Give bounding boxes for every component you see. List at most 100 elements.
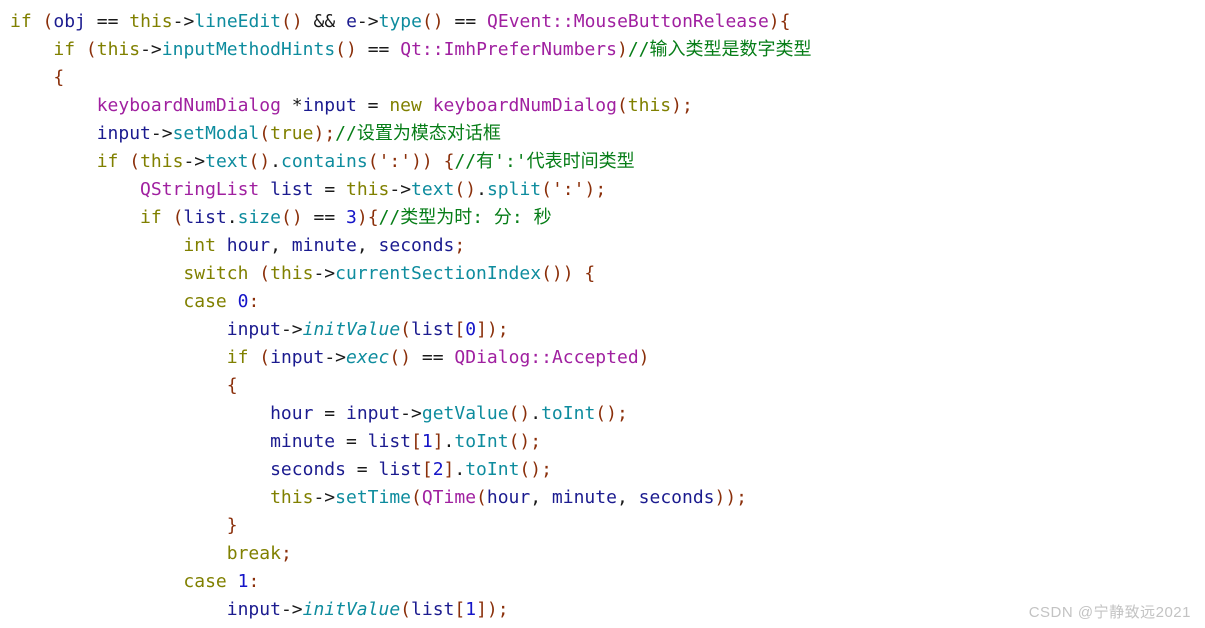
token-function: text <box>411 179 455 200</box>
token-punctuation: () <box>508 403 531 424</box>
code-line: this->setTime(QTime(hour, minute, second… <box>270 487 748 508</box>
token-punctuation: () <box>281 11 303 32</box>
code-line: int hour, minute, seconds; <box>183 235 466 256</box>
token-string: ':' <box>378 151 412 172</box>
token-keyword: this <box>270 487 314 508</box>
token-punctuation: )) <box>411 151 433 172</box>
token-punctuation: (); <box>508 431 542 452</box>
token-operator: -> <box>280 599 303 620</box>
code-line: if (list.size() == 3){//类型为时: 分: 秒 <box>140 207 552 228</box>
token-punctuation: ( <box>85 39 97 60</box>
token-keyword: int <box>183 235 216 256</box>
token-identifier: list <box>411 599 455 620</box>
token-identifier: list <box>378 459 422 480</box>
token-number: 3 <box>346 207 357 228</box>
code-line: hour = input->getValue().toInt(); <box>270 403 628 424</box>
token-function: setModal <box>172 123 260 144</box>
token-punctuation: [ <box>454 599 466 620</box>
token-function: toInt <box>541 403 596 424</box>
token-identifier: input <box>96 123 151 144</box>
token-operator: -> <box>150 123 173 144</box>
token-punctuation: ); <box>671 95 693 116</box>
token-keyword: new <box>389 95 422 116</box>
token-function: split <box>486 179 542 200</box>
token-operator: -> <box>140 39 162 60</box>
token-operator: == <box>454 11 477 32</box>
code-line: minute = list[1].toInt(); <box>270 431 542 452</box>
token-identifier: list <box>367 431 412 452</box>
token-punctuation: ( <box>172 207 184 228</box>
token-punctuation: ( <box>411 487 422 508</box>
token-identifier: hour <box>486 487 531 508</box>
token-punctuation: ( <box>259 263 271 284</box>
token-operator: = <box>324 403 336 424</box>
token-identifier: e <box>346 11 357 32</box>
token-identifier: seconds <box>378 235 455 256</box>
token-punctuation: () <box>454 179 477 200</box>
token-function: size <box>237 207 281 228</box>
token-identifier: minute <box>551 487 617 508</box>
token-punctuation: (); <box>519 459 552 480</box>
token-keyword: switch <box>183 263 249 284</box>
token-operator: -> <box>172 11 195 32</box>
token-keyword: if <box>10 11 32 32</box>
token-punctuation: ( <box>476 487 487 508</box>
token-punctuation: [ <box>454 319 466 340</box>
token-punctuation: ( <box>541 179 552 200</box>
token-operator: = <box>345 431 357 452</box>
token-punctuation: ( <box>42 11 54 32</box>
token-identifier: input <box>226 599 281 620</box>
token-operator: -> <box>183 151 206 172</box>
token-comment: //类型为时: 分: 秒 <box>378 207 552 228</box>
token-punctuation: ; <box>280 543 292 564</box>
token-type: QEvent::MouseButtonRelease <box>487 11 769 32</box>
code-line: seconds = list[2].toInt(); <box>270 459 552 480</box>
token-number: 0 <box>465 319 477 340</box>
token-number: 2 <box>432 459 444 480</box>
code-line: switch (this->currentSectionIndex()) { <box>10 260 1205 288</box>
code-line: if (this->inputMethodHints() == Qt::ImhP… <box>10 36 1205 64</box>
token-punctuation: () <box>335 39 357 60</box>
token-identifier: input <box>270 347 325 368</box>
token-keyword: case <box>183 571 227 592</box>
token-identifier: list <box>411 319 455 340</box>
token-keyword: this <box>627 95 672 116</box>
token-identifier: obj <box>53 11 86 32</box>
token-keyword: if <box>140 207 162 228</box>
token-operator: -> <box>389 179 412 200</box>
token-function: type <box>378 11 422 32</box>
code-line: case 1: <box>10 568 1205 596</box>
token-keyword: true <box>270 123 314 144</box>
token-keyword: break <box>226 543 281 564</box>
token-punctuation: ); <box>584 179 607 200</box>
token-punctuation: ){ <box>356 207 379 228</box>
token-punctuation: [ <box>411 431 422 452</box>
token-identifier: list <box>183 207 227 228</box>
token-punctuation: { <box>443 151 455 172</box>
code-line: { <box>10 64 1205 92</box>
code-line: input->initValue(list[1]); <box>10 596 1205 624</box>
token-punctuation: ()) <box>541 263 574 284</box>
token-comment: //输入类型是数字类型 <box>627 39 812 60</box>
code-line: QStringList list = this->text().split(':… <box>140 179 607 200</box>
token-function: inputMethodHints <box>161 39 336 60</box>
token-keyword: this <box>346 179 390 200</box>
token-operator: == <box>367 39 390 60</box>
token-identifier: input <box>302 95 357 116</box>
code-line: input->setModal(true);//设置为模态对话框 <box>10 120 1205 148</box>
token-punctuation: ) <box>616 39 628 60</box>
token-operator: = <box>356 459 368 480</box>
token-number: 1 <box>237 571 249 592</box>
token-operator: == <box>313 207 336 228</box>
token-keyword: this <box>96 39 141 60</box>
token-keyword: if <box>226 347 249 368</box>
code-line: } <box>10 512 1205 540</box>
token-punctuation: (); <box>595 403 628 424</box>
token-keyword: if <box>53 39 76 60</box>
csdn-watermark: CSDN @宁静致远2021 <box>1028 604 1191 621</box>
code-line: case 0: <box>10 288 1205 316</box>
code-line: if (this->text().contains(':')) {//有':'代… <box>96 151 635 172</box>
token-punctuation: ( <box>259 347 271 368</box>
token-function: text <box>205 151 249 172</box>
token-punctuation: : <box>248 571 260 592</box>
